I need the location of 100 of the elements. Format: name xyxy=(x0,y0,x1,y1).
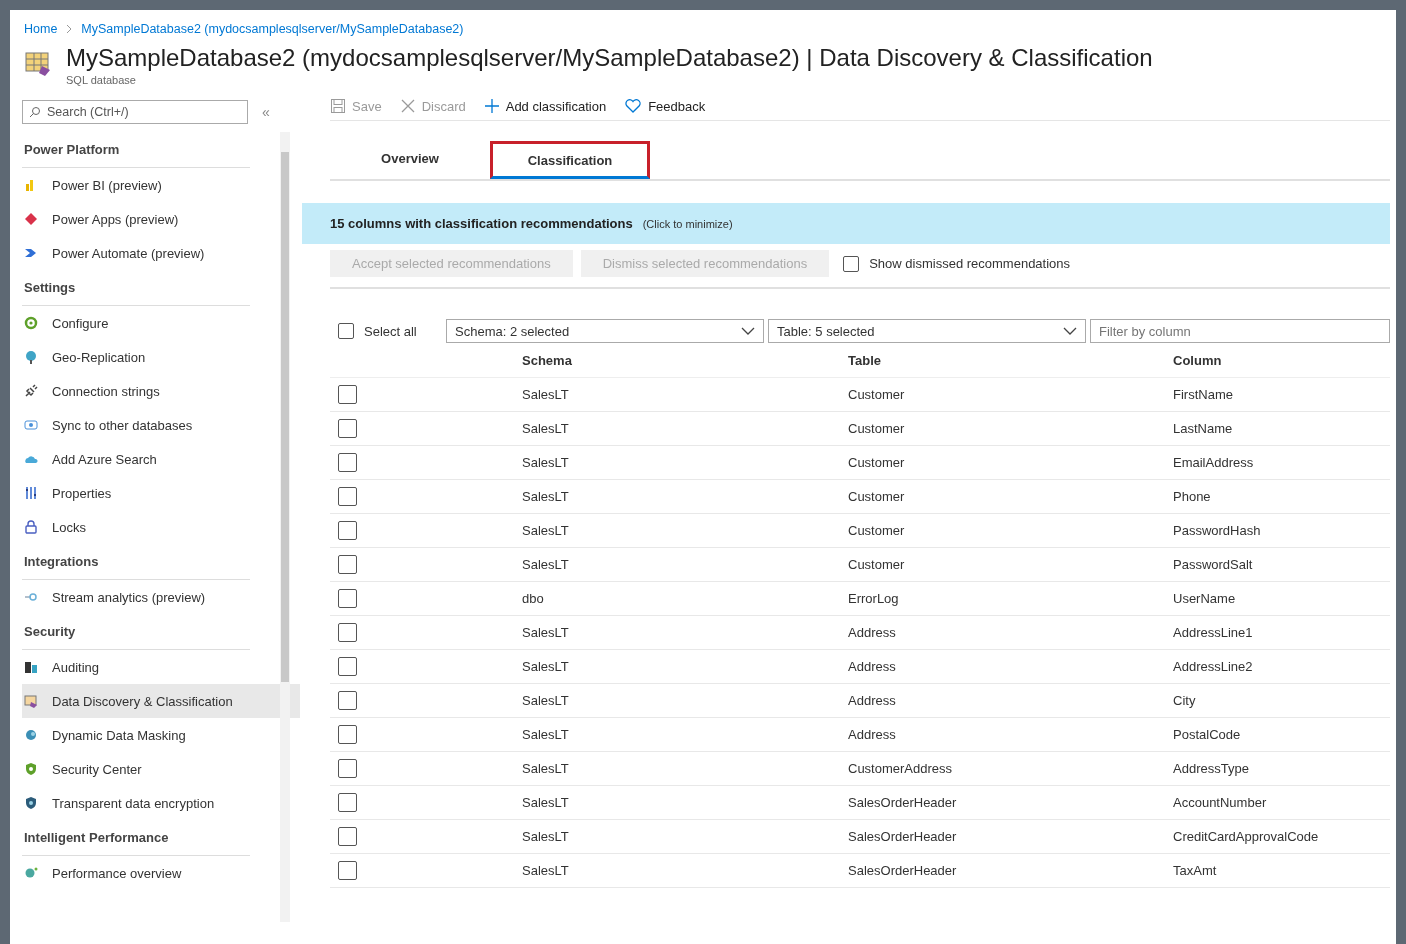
sidebar-item[interactable]: Auditing xyxy=(22,650,270,684)
table-cell-text: SalesLT xyxy=(522,863,570,878)
table-cell-text: Customer xyxy=(848,557,906,572)
table-cell-text: UserName xyxy=(1173,591,1237,606)
row-checkbox[interactable] xyxy=(338,419,357,438)
table-cell-text: Customer xyxy=(848,489,906,504)
section-heading: Integrations xyxy=(22,544,250,580)
toolbar-button[interactable]: Add classification xyxy=(483,98,607,114)
row-checkbox[interactable] xyxy=(338,827,357,846)
table-cell-text: Customer xyxy=(848,523,906,538)
table-cell-text: PasswordHash xyxy=(1173,523,1262,538)
save-icon xyxy=(330,98,346,114)
table-cell-text: SalesLT xyxy=(522,829,570,844)
table-cell-text: AddressType xyxy=(1173,761,1250,776)
table-cell-text: SalesOrderHeader xyxy=(848,795,958,810)
row-checkbox[interactable] xyxy=(338,487,357,506)
sidebar-item[interactable]: Power BI (preview) xyxy=(22,168,270,202)
scrollbar[interactable] xyxy=(280,132,290,922)
row-checkbox[interactable] xyxy=(338,691,357,710)
sidebar-item[interactable]: Power Apps (preview) xyxy=(22,202,270,236)
ring-icon xyxy=(24,316,38,330)
breadcrumb-link[interactable]: Home xyxy=(24,22,58,36)
table-cell-text: Phone xyxy=(1173,489,1212,504)
plug-icon xyxy=(24,384,38,398)
plus-icon xyxy=(483,98,500,114)
sidebar-item[interactable]: Locks xyxy=(22,510,270,544)
table-cell-text: SalesLT xyxy=(522,421,570,436)
table-cell-text: SalesLT xyxy=(522,727,570,742)
table-cell-text: SalesOrderHeader xyxy=(848,863,958,878)
table-cell-text: Customer xyxy=(848,387,906,402)
page-title: MySampleDatabase2 (mydocsamplesqlserver/MySampleDatabase2) | Data Discovery & Classification xyxy=(66,44,1153,72)
table-cell-text: LastName xyxy=(1173,421,1234,436)
breadcrumb-link[interactable]: MySampleDatabase2 (mydocsamplesqlserver/MySampleDatabase2) xyxy=(81,22,464,36)
table-cell-text: SalesLT xyxy=(522,489,570,504)
tab[interactable]: Overview xyxy=(330,141,490,179)
table-cell-text: SalesLT xyxy=(522,625,570,640)
table-cell-text: SalesLT xyxy=(522,557,570,572)
toolbar-button[interactable]: Feedback xyxy=(624,98,706,114)
sidebar-item[interactable]: Add Azure Search xyxy=(22,442,270,476)
collapse-button[interactable]: « xyxy=(262,104,270,120)
table-cell-text: SalesLT xyxy=(522,795,570,810)
table-cell-text: Customer xyxy=(848,421,906,436)
table-cell-text: SalesLT xyxy=(522,455,570,470)
table-cell-text: Address xyxy=(848,727,897,742)
sidebar-item[interactable]: Stream analytics (preview) xyxy=(22,580,270,614)
sidebar-item[interactable]: Properties xyxy=(22,476,270,510)
sidebar-item[interactable]: Dynamic Data Masking xyxy=(22,718,270,752)
row-checkbox[interactable] xyxy=(338,861,357,880)
sidebar-item[interactable]: Connection strings xyxy=(22,374,270,408)
sidebar-item[interactable]: Power Automate (preview) xyxy=(22,236,270,270)
sidebar-item[interactable]: Performance overview xyxy=(22,856,270,890)
table-cell-text: Customer xyxy=(848,455,906,470)
table-cell-text: SalesLT xyxy=(522,761,570,776)
table-dropdown[interactable]: Table: 5 selected xyxy=(768,319,1086,343)
table-cell-text: SalesLT xyxy=(522,523,570,538)
table-cell-text: ErrorLog xyxy=(848,591,900,606)
table-cell-text: CreditCardApprovalCode xyxy=(1173,829,1320,844)
table-cell-text: SalesLT xyxy=(522,693,570,708)
sidebar-item[interactable]: Sync to other databases xyxy=(22,408,270,442)
table-cell-text: TaxAmt xyxy=(1173,863,1218,878)
checkbox-label: Show dismissed recommendations xyxy=(869,256,1071,271)
row-checkbox[interactable] xyxy=(338,657,357,676)
table-cell-text: EmailAddress xyxy=(1173,455,1255,470)
recommendations-banner[interactable]: 15 columns with classification recommendations (Click to minimize) xyxy=(302,203,1390,244)
checkbox[interactable] xyxy=(843,255,860,272)
row-checkbox[interactable] xyxy=(338,521,357,540)
page-subtitle: SQL database xyxy=(66,74,137,86)
sidebar-item[interactable]: Transparent data encryption xyxy=(22,786,270,820)
row-checkbox[interactable] xyxy=(338,793,357,812)
tab[interactable]: Classification xyxy=(490,141,650,179)
lock-icon xyxy=(24,520,38,534)
schema-dropdown[interactable]: Schema: 2 selected xyxy=(446,319,764,343)
row-checkbox[interactable] xyxy=(338,589,357,608)
sidebar-item[interactable]: Configure xyxy=(22,306,270,340)
table-cell-text: AddressLine1 xyxy=(1173,625,1254,640)
sliders-icon xyxy=(24,486,38,500)
checkbox[interactable] xyxy=(338,323,354,339)
close-icon xyxy=(399,98,416,114)
table-cell-text: SalesOrderHeader xyxy=(848,829,958,844)
sidebar-item[interactable]: Geo-Replication xyxy=(22,340,270,374)
table-cell-text: FirstName xyxy=(1173,387,1234,402)
table-icon xyxy=(24,694,38,708)
section-heading: Intelligent Performance xyxy=(22,820,250,856)
row-checkbox[interactable] xyxy=(338,385,357,404)
checkbox-label: Select all xyxy=(364,323,417,339)
table-cell-text: Address xyxy=(848,659,897,674)
column-header: Table xyxy=(848,352,882,368)
row-checkbox[interactable] xyxy=(338,623,357,642)
column-header: Column xyxy=(1173,352,1223,368)
filter-field[interactable]: Filter by column xyxy=(1090,319,1390,343)
sidebar-item[interactable]: Security Center xyxy=(22,752,270,786)
search-field[interactable]: Search (Ctrl+/) xyxy=(22,100,248,124)
row-checkbox[interactable] xyxy=(338,453,357,472)
table-cell-text: City xyxy=(1173,693,1197,708)
sidebar-item[interactable]: Data Discovery & Classification xyxy=(22,684,300,718)
row-checkbox[interactable] xyxy=(338,759,357,778)
table-cell-text: PasswordSalt xyxy=(1173,557,1254,572)
chevron-down-icon xyxy=(1063,327,1077,335)
row-checkbox[interactable] xyxy=(338,725,357,744)
row-checkbox[interactable] xyxy=(338,555,357,574)
